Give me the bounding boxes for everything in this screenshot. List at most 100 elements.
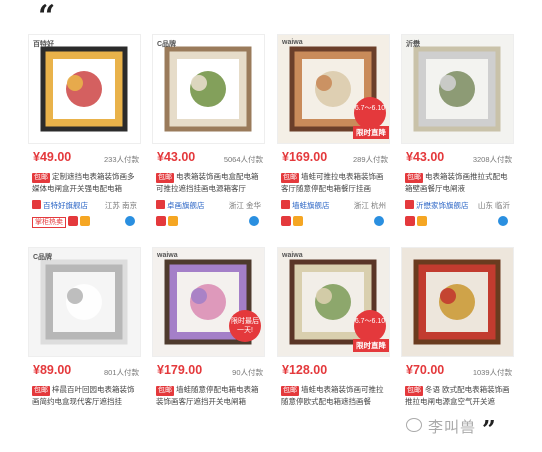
product-title[interactable]: 包邮 墙蛙随意停配电箱电表箱装饰画客厅遮挡开关电闸箱 bbox=[152, 384, 265, 408]
tmall-icon bbox=[281, 216, 291, 226]
price: ¥43.00 bbox=[406, 150, 445, 164]
price: ¥179.00 bbox=[157, 363, 203, 377]
free-shipping-tag: 包邮 bbox=[405, 173, 423, 183]
location: 浙江 金华 bbox=[228, 201, 261, 210]
shop-row: 墙蛙旗舰店 浙江 杭州 bbox=[277, 200, 390, 212]
product-image[interactable]: C品牌 bbox=[28, 247, 141, 357]
watermark-text: 李叫兽 bbox=[428, 419, 477, 436]
product-title[interactable]: 包邮 墙蛙电表箱装饰画可推拉随意停欧式配电箱遮挡画餐 bbox=[277, 384, 390, 408]
product-illustration bbox=[413, 46, 501, 132]
brand-logo: waiwa bbox=[282, 252, 303, 259]
shop-link[interactable]: 沂懋家饰旗舰店 bbox=[416, 201, 469, 210]
product-illustration bbox=[40, 46, 128, 132]
shop-link[interactable]: 百特好旗舰店 bbox=[43, 201, 88, 210]
product-title[interactable]: 包邮 电表箱装饰画推拉式配电箱壁画餐厅电闸液 bbox=[401, 171, 514, 195]
product-card[interactable]: C品牌 ¥43.00 5064人付款 包邮 电表箱装饰画电盒配电箱可推拉遮挡挂画电… bbox=[152, 34, 265, 228]
free-shipping-tag: 包邮 bbox=[281, 386, 299, 396]
product-image[interactable]: waiwa 6.7～6.10 限时直降 bbox=[277, 247, 390, 357]
free-shipping-tag: 包邮 bbox=[281, 173, 299, 183]
wangwang-chat-icon[interactable] bbox=[374, 216, 384, 226]
product-image[interactable]: C品牌 bbox=[152, 34, 265, 144]
product-image[interactable]: 百特好 bbox=[28, 34, 141, 144]
sold-count: 233人付款 bbox=[103, 155, 139, 164]
price: ¥169.00 bbox=[282, 150, 328, 164]
price-row: ¥43.00 3208人付款 bbox=[401, 148, 514, 168]
price-row: ¥169.00 289人付款 bbox=[277, 148, 390, 168]
price: ¥128.00 bbox=[282, 363, 328, 377]
product-card[interactable]: waiwa 6.7～6.10 限时直降 ¥169.00 289人付款 包邮 墙蛙可推拉… bbox=[277, 34, 390, 228]
product-card[interactable]: 沂懋 ¥43.00 3208人付款 包邮 电表箱装饰画推拉式配电箱壁画餐厅电闸液 … bbox=[401, 34, 514, 228]
free-shipping-tag: 包邮 bbox=[156, 173, 174, 183]
price-row: ¥49.00 233人付款 bbox=[28, 148, 141, 168]
sold-count: 90人付款 bbox=[232, 368, 263, 377]
price-row: ¥128.00 bbox=[277, 361, 390, 381]
product-card[interactable]: 百特好 ¥49.00 233人付款 包邮 定制遮挡电表箱装饰画多媒体电闸盒开关强电… bbox=[28, 34, 141, 228]
product-card[interactable]: ¥70.00 1039人付款 包邮 冬语 欧式配电表箱装饰画推拉电闸电源盒空气开关… bbox=[401, 247, 514, 408]
shop-row: 百特好旗舰店 江苏 南京 bbox=[28, 200, 141, 212]
product-title[interactable]: 包邮 冬语 欧式配电表箱装饰画推拉电闸电源盒空气开关遮 bbox=[401, 384, 514, 408]
price: ¥89.00 bbox=[33, 363, 72, 377]
price: ¥70.00 bbox=[406, 363, 445, 377]
guarantee-icon bbox=[417, 216, 427, 226]
tmall-icon bbox=[68, 216, 78, 226]
wangwang-chat-icon[interactable] bbox=[498, 216, 508, 226]
product-card[interactable]: waiwa 6.7～6.10 限时直降 ¥128.00 包邮 墙蛙电表箱装饰画可推拉随… bbox=[277, 247, 390, 408]
brand-logo: C品牌 bbox=[33, 254, 53, 261]
brand-logo: waiwa bbox=[157, 252, 178, 259]
brand-logo: 沂懋 bbox=[406, 41, 420, 48]
limited-offer-label: 限时直降 bbox=[353, 126, 389, 139]
shop-icon bbox=[156, 200, 165, 209]
product-title[interactable]: 包邮 电表箱装饰画电盒配电箱可推拉遮挡挂画电源箱客厅 bbox=[152, 171, 265, 195]
shop-icon bbox=[405, 200, 414, 209]
limited-offer-label: 限时直降 bbox=[353, 339, 389, 352]
shop-row: 卓画旗舰店 浙江 金华 bbox=[152, 200, 265, 212]
product-image[interactable]: waiwa 限时最后一天! bbox=[152, 247, 265, 357]
shop-row: 沂懋家饰旗舰店 山东 临沂 bbox=[401, 200, 514, 212]
sold-count: 1039人付款 bbox=[472, 368, 512, 377]
tmall-icon bbox=[405, 216, 415, 226]
price-row: ¥179.00 90人付款 bbox=[152, 361, 265, 381]
free-shipping-tag: 包邮 bbox=[32, 386, 50, 396]
location: 浙江 杭州 bbox=[353, 201, 386, 210]
product-title[interactable]: 包邮 墙蛙可推拉电表箱装饰画客厅随意停配电箱餐厅挂画 bbox=[277, 171, 390, 195]
product-image[interactable]: 沂懋 bbox=[401, 34, 514, 144]
free-shipping-tag: 包邮 bbox=[32, 173, 50, 183]
wechat-icon bbox=[406, 418, 422, 432]
brand-logo: 百特好 bbox=[33, 41, 54, 48]
quote-close-mark: ” bbox=[482, 415, 496, 444]
badge-row bbox=[152, 216, 265, 228]
wangwang-chat-icon[interactable] bbox=[249, 216, 259, 226]
product-image[interactable] bbox=[401, 247, 514, 357]
hot-seller-badge: 掌柜热卖 bbox=[32, 217, 66, 228]
product-image[interactable]: waiwa 6.7～6.10 限时直降 bbox=[277, 34, 390, 144]
shop-icon bbox=[281, 200, 290, 209]
shop-link[interactable]: 墙蛙旗舰店 bbox=[292, 201, 330, 210]
free-shipping-tag: 包邮 bbox=[405, 386, 423, 396]
tmall-icon bbox=[156, 216, 166, 226]
badge-row: 掌柜热卖 bbox=[28, 216, 141, 228]
badge-row bbox=[401, 216, 514, 228]
quote-open-mark: “ bbox=[38, 0, 56, 34]
product-title[interactable]: 包邮 定制遮挡电表箱装饰画多媒体电闸盒开关强电配电箱 bbox=[28, 171, 141, 195]
location: 山东 临沂 bbox=[477, 201, 510, 210]
sold-count: 5064人付款 bbox=[223, 155, 263, 164]
badge-row bbox=[277, 216, 390, 228]
promo-badge: 6.7～6.10 bbox=[354, 310, 386, 342]
product-illustration bbox=[413, 259, 501, 345]
promo-badge: 限时最后一天! bbox=[229, 310, 261, 342]
shop-link[interactable]: 卓画旗舰店 bbox=[167, 201, 205, 210]
guarantee-icon bbox=[80, 216, 90, 226]
price-row: ¥89.00 801人付款 bbox=[28, 361, 141, 381]
guarantee-icon bbox=[168, 216, 178, 226]
product-card[interactable]: C品牌 ¥89.00 801人付款 包邮 梓晨百叶回园电表箱装饰画简约电盒现代客厅… bbox=[28, 247, 141, 408]
price: ¥49.00 bbox=[33, 150, 72, 164]
product-title[interactable]: 包邮 梓晨百叶回园电表箱装饰画简约电盒现代客厅遮挡挂 bbox=[28, 384, 141, 408]
shop-icon bbox=[32, 200, 41, 209]
free-shipping-tag: 包邮 bbox=[156, 386, 174, 396]
product-illustration bbox=[164, 46, 252, 132]
promo-badge: 6.7～6.10 bbox=[354, 97, 386, 129]
price-row: ¥43.00 5064人付款 bbox=[152, 148, 265, 168]
sold-count: 3208人付款 bbox=[472, 155, 512, 164]
product-card[interactable]: waiwa 限时最后一天! ¥179.00 90人付款 包邮 墙蛙随意停配电箱电表箱… bbox=[152, 247, 265, 408]
wangwang-chat-icon[interactable] bbox=[125, 216, 135, 226]
